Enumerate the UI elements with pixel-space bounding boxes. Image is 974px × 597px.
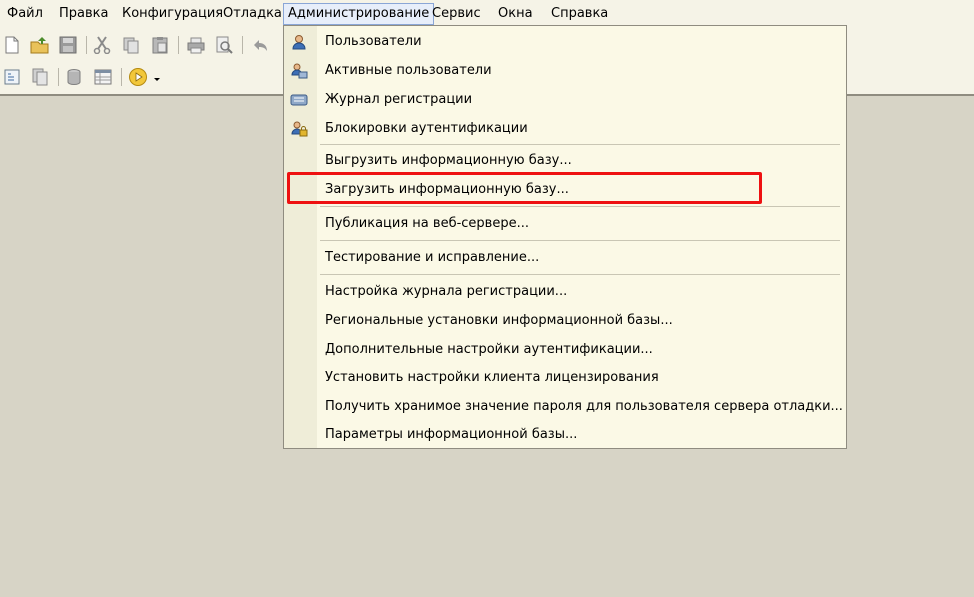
structure-icon[interactable] [2,67,22,87]
cut-icon[interactable] [92,35,112,55]
dropdown-arrow-icon[interactable] [152,67,162,87]
menu-edit[interactable]: Правка [55,3,112,25]
menu-windows-label: Окна [498,6,533,21]
menu-help[interactable]: Справка [547,3,612,25]
menu-item-extra-auth-settings[interactable]: Дополнительные настройки аутентификации.… [284,336,846,364]
menu-item-label: Пользователи [325,34,422,49]
menu-item-auth-locks[interactable]: Блокировки аутентификации [284,115,846,143]
menu-configuration-label: Конфигурация [122,6,224,21]
event-log-icon [290,91,308,109]
toolbar-separator [86,36,87,54]
menu-configuration[interactable]: Конфигурация [118,3,227,25]
menu-edit-label: Правка [59,6,109,21]
menu-service[interactable]: Сервис [428,3,485,25]
menu-item-test-repair[interactable]: Тестирование и исправление... [284,244,846,272]
menu-item-regional-settings[interactable]: Региональные установки информационной ба… [284,307,846,335]
menu-item-label: Региональные установки информационной ба… [325,313,673,328]
menu-service-label: Сервис [432,6,481,21]
print-icon[interactable] [186,35,206,55]
paste-icon[interactable] [150,35,170,55]
table-icon[interactable] [93,67,113,87]
print-preview-icon[interactable] [214,35,234,55]
menu-item-event-log[interactable]: Журнал регистрации [284,86,846,114]
menu-file[interactable]: Файл [3,3,47,25]
start-debug-icon[interactable] [128,67,148,87]
toolbar-separator [242,36,243,54]
undo-icon[interactable] [251,35,271,55]
toolbar-row-2 [0,65,283,89]
active-users-icon [290,62,308,80]
menu-separator [320,144,840,145]
menu-item-label: Выгрузить информационную базу... [325,153,572,168]
toolbar-row-1 [0,33,283,57]
new-document-icon[interactable] [2,35,22,55]
menu-item-label: Установить настройки клиента лицензирова… [325,370,659,385]
menu-item-label: Настройка журнала регистрации... [325,284,568,299]
menu-item-active-users[interactable]: Активные пользователи [284,57,846,85]
menu-item-label: Получить хранимое значение пароля для по… [325,399,843,414]
administration-menu: Пользователи Активные пользователи Журна… [283,25,847,449]
database-icon[interactable] [64,67,84,87]
menu-separator [320,274,840,275]
menu-item-log-settings[interactable]: Настройка журнала регистрации... [284,278,846,306]
menu-item-license-client-settings[interactable]: Установить настройки клиента лицензирова… [284,364,846,392]
menu-separator [320,206,840,207]
user-icon [290,33,308,51]
menu-item-label: Дополнительные настройки аутентификации.… [325,342,653,357]
menu-file-label: Файл [7,6,43,21]
menu-item-infobase-parameters[interactable]: Параметры информационной базы... [284,421,846,449]
menu-administration-label: Администрирование [288,6,430,21]
menu-item-label: Активные пользователи [325,63,492,78]
menu-separator [320,240,840,241]
compare-icon[interactable] [30,67,50,87]
toolbar-separator [178,36,179,54]
menu-bar: Файл Правка Конфигурация Отладка Админис… [0,3,974,25]
menu-item-label: Параметры информационной базы... [325,427,578,442]
highlight-frame [287,172,762,204]
copy-icon[interactable] [121,35,141,55]
menu-item-label: Блокировки аутентификации [325,121,528,136]
menu-debug-label: Отладка [223,6,282,21]
open-folder-icon[interactable] [30,35,50,55]
save-icon[interactable] [58,35,78,55]
menu-administration[interactable]: Администрирование [283,3,435,25]
auth-lock-icon [290,120,308,138]
toolbar-separator [121,68,122,86]
menu-item-label: Журнал регистрации [325,92,473,107]
menu-item-label: Публикация на веб-сервере... [325,216,529,231]
menu-windows[interactable]: Окна [494,3,537,25]
menu-help-label: Справка [551,6,609,21]
menu-item-label: Тестирование и исправление... [325,250,540,265]
menu-item-export-infobase[interactable]: Выгрузить информационную базу... [284,147,846,175]
toolbar-separator [58,68,59,86]
menu-debug[interactable]: Отладка [219,3,286,25]
menu-item-web-publish[interactable]: Публикация на веб-сервере... [284,210,846,238]
menu-item-debug-server-password[interactable]: Получить хранимое значение пароля для по… [284,393,846,421]
menu-item-users[interactable]: Пользователи [284,28,846,56]
